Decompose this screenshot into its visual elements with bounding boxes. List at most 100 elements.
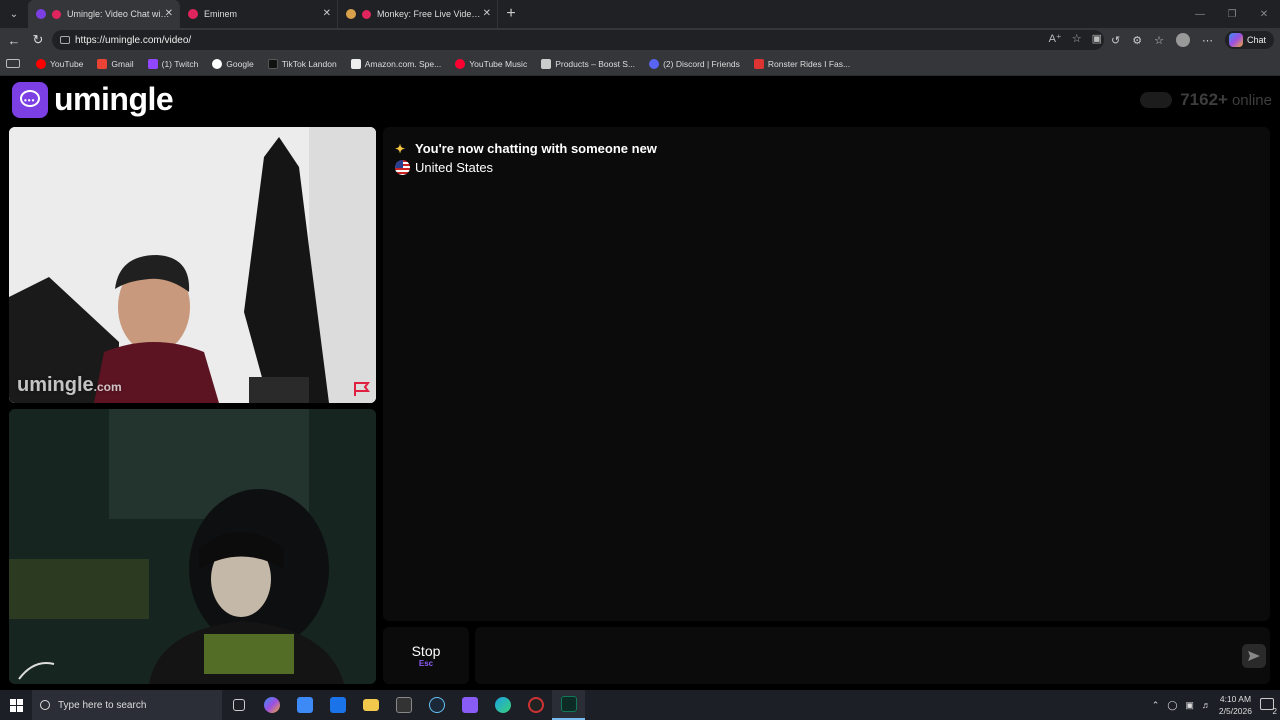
profile-avatar[interactable] [1175, 33, 1190, 47]
store-glyph [296, 697, 313, 713]
partner-country: United States [395, 160, 493, 175]
close-tab-icon[interactable]: ✕ [165, 8, 173, 19]
close-window-icon[interactable]: ✕ [1248, 0, 1280, 28]
refresh-extension-icon[interactable]: ↺ [1111, 34, 1120, 47]
twitch-icon [147, 58, 158, 69]
start-button[interactable] [0, 690, 32, 720]
bookmark-label: YouTube Music [469, 58, 528, 69]
recording-icon [52, 9, 61, 19]
edge-icon[interactable] [486, 690, 519, 720]
stop-button[interactable]: Stop Esc [383, 627, 469, 684]
file-explorer-icon[interactable] [354, 690, 387, 720]
tab-eminem[interactable]: Eminem ✕ [180, 0, 338, 28]
favorite-star-icon[interactable]: ☆ [1072, 32, 1082, 45]
store-icon[interactable] [288, 690, 321, 720]
amazon-icon [350, 58, 361, 69]
bookmark-label: (1) Twitch [161, 58, 199, 69]
message-input[interactable] [475, 627, 1270, 684]
online-label: online [1231, 91, 1272, 109]
online-toggle[interactable] [1140, 92, 1173, 108]
watermark-text: umingle [17, 374, 94, 396]
extensions-icon[interactable]: ⚙ [1132, 34, 1142, 47]
app-2-glyph [527, 697, 544, 713]
minimize-icon[interactable]: — [1184, 0, 1216, 28]
refresh-icon[interactable]: ↻ [26, 32, 50, 48]
online-count: 7162+ [1180, 90, 1228, 109]
bookmark-youtube[interactable]: YouTube [36, 58, 83, 69]
restore-icon[interactable]: ❐ [1216, 0, 1248, 28]
epic-games-icon[interactable] [387, 690, 420, 720]
youtube-music-icon [455, 58, 466, 69]
taskbar-search[interactable]: Type here to search [32, 690, 222, 720]
recording-icon [362, 9, 371, 19]
outlook-glyph [329, 697, 346, 713]
system-message: ✦ You're now chatting with someone new [395, 141, 657, 156]
bookmark-amazon[interactable]: Amazon.com. Spe... [350, 58, 442, 69]
bookmark-ronster[interactable]: Ronster Rides I Fas... [753, 58, 850, 69]
bookmark-label: Amazon.com. Spe... [364, 58, 442, 69]
close-tab-icon[interactable]: ✕ [323, 8, 331, 19]
search-placeholder: Type here to search [58, 699, 147, 711]
tab-title: Umingle: Video Chat with Stra [67, 9, 171, 19]
sidebar-toggle-icon[interactable] [6, 59, 20, 68]
steam-icon[interactable] [420, 690, 453, 720]
video-watermark: umingle.com [17, 374, 122, 397]
logo-text: umingle [54, 81, 174, 117]
site-logo[interactable]: ••• umingle [12, 81, 174, 118]
bookmark-tiktok[interactable]: TikTok Landon [267, 58, 337, 69]
site-info-icon[interactable] [60, 36, 70, 44]
url-text: https://umingle.com/video/ [75, 34, 192, 46]
close-tab-icon[interactable]: ✕ [483, 8, 491, 19]
copilot-chat-button[interactable]: Chat [1224, 31, 1274, 49]
more-menu-icon[interactable]: ⋯ [1202, 34, 1213, 47]
discord-icon [649, 58, 660, 69]
bookmark-label: TikTok Landon [281, 58, 337, 69]
network-icon[interactable]: ▣ [1185, 700, 1194, 711]
tab-list-button[interactable]: ⌄ [0, 0, 28, 28]
tab-umingle[interactable]: Umingle: Video Chat with Stra ✕ [28, 0, 180, 28]
microphone-icon[interactable]: ◯ [1167, 700, 1177, 711]
bookmark-discord[interactable]: (2) Discord | Friends [649, 58, 740, 69]
browser-toolbar: ↺ ⚙ ☆ ⋯ Chat [1111, 31, 1274, 49]
volume-icon[interactable]: ♬ [1202, 700, 1211, 710]
address-bar[interactable]: https://umingle.com/video/ [52, 30, 1104, 50]
terminal-icon[interactable] [552, 690, 585, 720]
stranger-video-feed [9, 127, 376, 403]
window-controls: — ❐ ✕ [1184, 0, 1280, 28]
gmail-icon [97, 58, 108, 69]
edge-glyph [494, 697, 511, 713]
bookmark-google[interactable]: Google [212, 58, 254, 69]
bookmark-products[interactable]: Products – Boost S... [541, 58, 635, 69]
tiktok-icon [267, 58, 278, 69]
bookmark-twitch[interactable]: (1) Twitch [147, 58, 199, 69]
search-icon [40, 700, 50, 710]
youtube-icon [36, 58, 46, 69]
new-tab-button[interactable]: + [498, 0, 524, 28]
read-aloud-icon[interactable]: A⁺ [1049, 32, 1062, 45]
document-icon [541, 58, 552, 69]
app-2-icon[interactable] [519, 690, 552, 720]
stop-label: Stop [411, 643, 441, 659]
clock-time: 4:10 AM [1219, 694, 1252, 704]
copilot-glyph [263, 697, 280, 713]
send-button[interactable] [1242, 644, 1266, 668]
notifications-icon[interactable]: 2 [1260, 698, 1277, 716]
copilot-icon[interactable] [255, 690, 288, 720]
camera-icon[interactable]: ▣ [1092, 32, 1102, 45]
outlook-icon[interactable] [321, 690, 354, 720]
bookmark-gmail[interactable]: Gmail [97, 58, 134, 69]
report-flag-icon[interactable] [352, 381, 370, 397]
steam-glyph [428, 697, 445, 713]
bookmark-youtube-music[interactable]: YouTube Music [455, 58, 528, 69]
tab-monkey[interactable]: Monkey: Free Live Video Chat ✕ [338, 0, 498, 28]
favorites-icon[interactable]: ☆ [1154, 34, 1164, 47]
app-icon[interactable] [453, 690, 486, 720]
watermark-suffix: .com [93, 380, 122, 394]
chevron-up-icon[interactable]: ⌃ [1152, 700, 1160, 711]
back-arrow-icon[interactable]: ← [2, 33, 26, 48]
clock[interactable]: 4:10 AM 2/5/2026 [1219, 693, 1252, 717]
bookmark-label: (2) Discord | Friends [663, 58, 740, 69]
windows-taskbar: Type here to search ⌃ ◯ ▣ ♬ 4:10 AM 2/5/… [0, 690, 1280, 720]
chat-panel: ✦ You're now chatting with someone new U… [383, 127, 1270, 621]
task-view-icon[interactable] [222, 690, 255, 720]
